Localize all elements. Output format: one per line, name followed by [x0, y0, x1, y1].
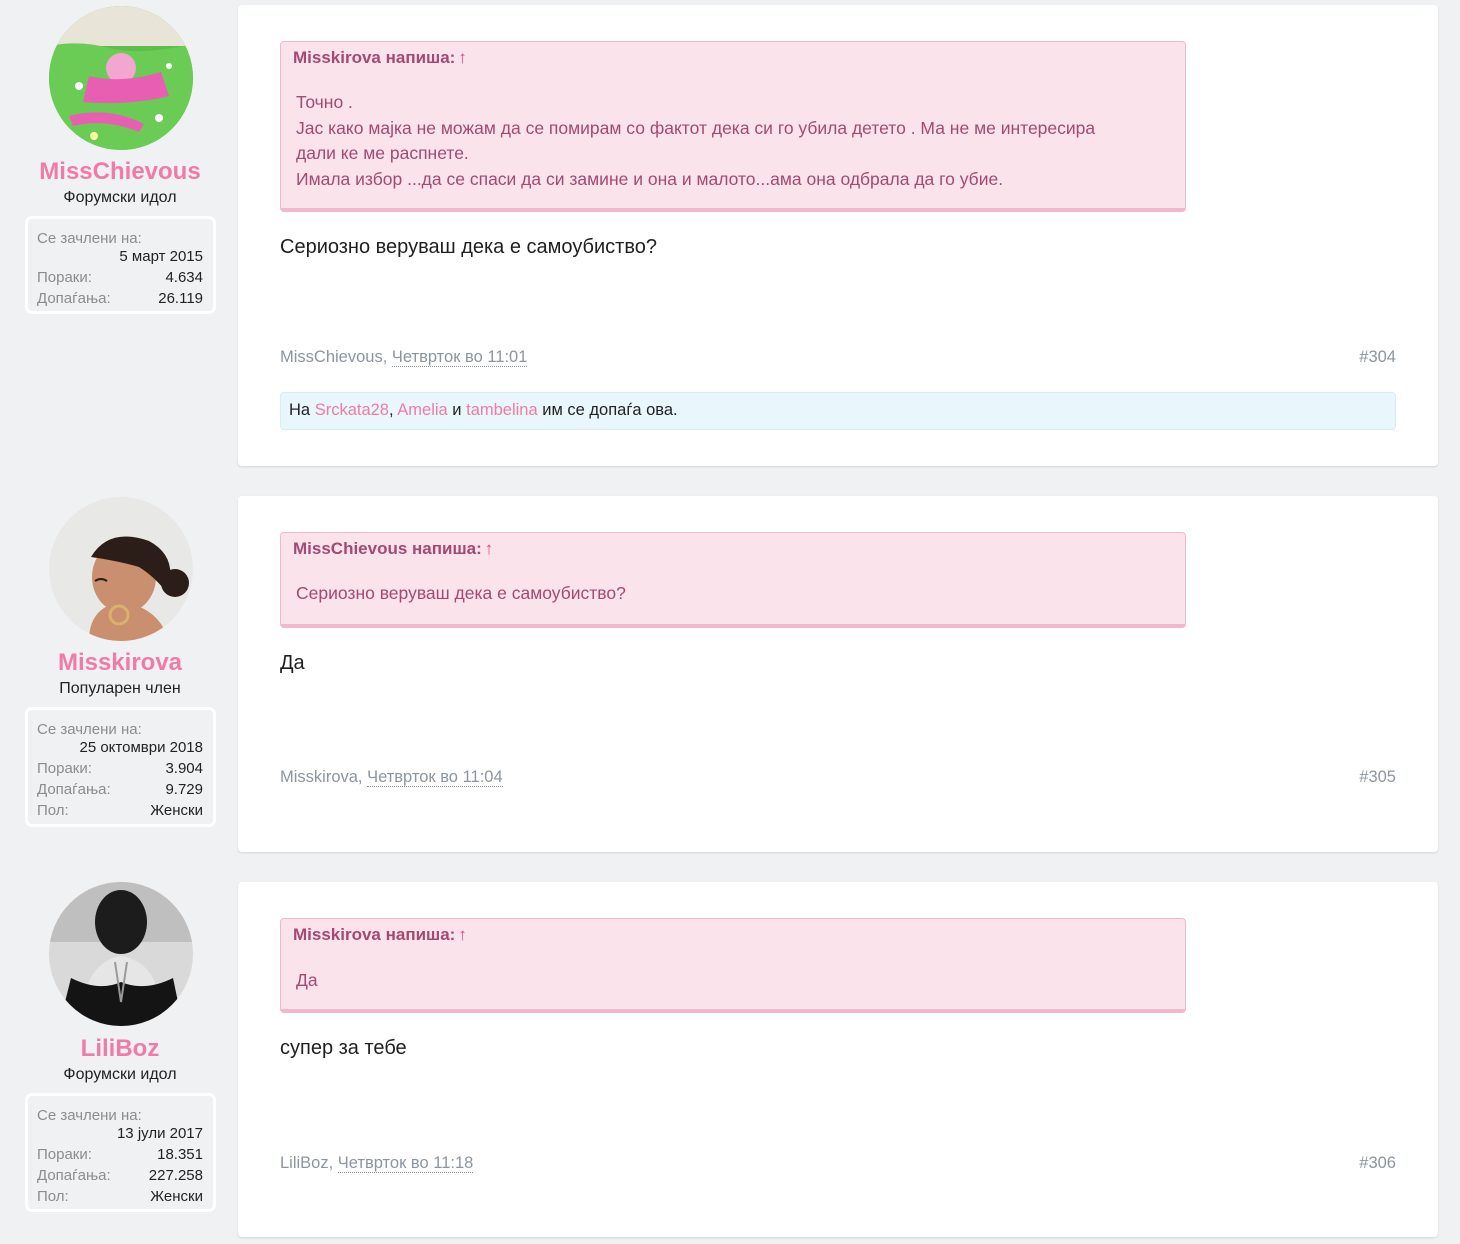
user-title: Форумски идол — [63, 189, 177, 206]
post-meta: MissChievous, Четврток во 11:01 — [280, 348, 528, 367]
likes-row: Допаѓања: 9.729 — [37, 779, 203, 800]
likes-value: 9.729 — [165, 781, 203, 798]
quote-line: Да — [296, 970, 318, 990]
liker-link[interactable]: Amelia — [397, 401, 447, 419]
post-permalink[interactable]: #306 — [1359, 1154, 1396, 1173]
liker-link[interactable]: Srckata28 — [315, 401, 389, 419]
post-card: Misskirova напиша: ↑ Точно . Јас како мај… — [238, 5, 1438, 466]
quote-jump-arrow-icon[interactable]: ↑ — [485, 539, 494, 558]
quote-jump-arrow-icon[interactable]: ↑ — [458, 925, 467, 944]
post-date[interactable]: Четврток во 11:18 — [337, 1154, 474, 1173]
gender-value: Женски — [150, 802, 203, 819]
likes-label: Допаѓања: — [37, 290, 111, 307]
quote-jump-arrow-icon[interactable]: ↑ — [458, 48, 467, 67]
gender-row: Пол: Женски — [37, 800, 203, 821]
quote-author-name: Misskirova напиша: — [293, 48, 456, 67]
likes-summary: На Srckata28, Amelia и tambelina им се д… — [280, 392, 1396, 430]
messages-row: Пораки: 18.351 — [37, 1144, 203, 1165]
message-text: Сериозно веруваш дека е самоубиство? — [280, 236, 657, 258]
post-card: MissChievous напиша: ↑ Сериозно веруваш д… — [238, 496, 1438, 852]
quote-block: MissChievous напиша: ↑ Сериозно веруваш д… — [280, 532, 1186, 628]
post-date[interactable]: Четврток во 11:04 — [367, 768, 503, 787]
avatar[interactable] — [49, 882, 193, 1026]
likes-suffix: им се допаѓа ова. — [542, 401, 678, 419]
message-text: Да — [280, 652, 305, 674]
likes-label: Допаѓања: — [37, 781, 111, 798]
post-meta: Misskirova, Четврток во 11:04 — [280, 768, 503, 787]
quote-text: Точно . Јас како мајка не можам да се по… — [296, 90, 1156, 192]
likes-row: Допаѓања: 26.119 — [37, 288, 203, 309]
message-text: супер за тебе — [280, 1037, 407, 1059]
quote-author-name: Misskirova напиша: — [293, 925, 456, 944]
liker-link[interactable]: tambelina — [466, 401, 538, 419]
user-stats: Се зачлени на: 5 март 2015 Пораки: 4.634… — [25, 216, 216, 314]
quote-line: Имала избор ...да се спаси да си замине … — [296, 168, 1004, 189]
likes-and: и — [452, 401, 462, 419]
quote-line: Сериозно веруваш дека е самоубиство? — [296, 583, 626, 603]
meta-author[interactable]: LiliBoz, — [280, 1154, 333, 1172]
user-title: Популарен член — [59, 680, 181, 697]
joined-value: 25 октомври 2018 — [79, 739, 203, 756]
gender-label: Пол: — [37, 802, 69, 819]
meta-author[interactable]: MissChievous, — [280, 348, 387, 366]
messages-value: 4.634 — [165, 269, 203, 286]
joined-value: 13 јули 2017 — [116, 1125, 203, 1142]
quote-text: Да — [296, 968, 1156, 994]
username[interactable]: LiliBoz — [0, 1035, 240, 1063]
quote-author-name: MissChievous напиша: — [293, 539, 482, 558]
user-stats: Се зачлени на: 13 јули 2017 Пораки: 18.3… — [25, 1093, 216, 1212]
messages-value: 3.904 — [165, 760, 203, 777]
likes-value: 227.258 — [148, 1167, 203, 1184]
messages-row: Пораки: 4.634 — [37, 267, 203, 288]
post-date[interactable]: Четврток во 11:01 — [391, 348, 528, 367]
quote-line: дали ке ме распнете. — [296, 143, 469, 163]
likes-value: 26.119 — [158, 290, 203, 307]
gender-row: Пол: Женски — [37, 1186, 203, 1207]
avatar[interactable] — [49, 497, 193, 641]
user-title: Форумски идол — [63, 1066, 177, 1083]
username[interactable]: MissChievous — [0, 158, 240, 186]
messages-label: Пораки: — [37, 760, 92, 777]
quote-author: Misskirova напиша: ↑ — [293, 48, 467, 68]
post-card: Misskirova напиша: ↑ Да супер за тебе Lil… — [238, 882, 1438, 1237]
joined-value: 5 март 2015 — [119, 248, 203, 265]
messages-label: Пораки: — [37, 269, 92, 286]
messages-value: 18.351 — [157, 1146, 203, 1163]
user-stats: Се зачлени на: 25 октомври 2018 Пораки: … — [25, 707, 216, 827]
messages-label: Пораки: — [37, 1146, 92, 1163]
quote-author: MissChievous напиша: ↑ — [293, 539, 493, 559]
post-permalink[interactable]: #304 — [1359, 348, 1396, 367]
post-306: LiliBoz Форумски идол Се зачлени на: 13 … — [0, 877, 1460, 1244]
likes-separator: , — [388, 401, 394, 419]
post-305: Misskirova Популарен член Се зачлени на:… — [0, 491, 1460, 871]
post-meta: LiliBoz, Четврток во 11:18 — [280, 1154, 474, 1173]
quote-block: Misskirova напиша: ↑ Да — [280, 918, 1186, 1013]
avatar[interactable] — [49, 6, 193, 150]
post-permalink[interactable]: #305 — [1359, 768, 1396, 787]
likes-prefix: На — [289, 401, 311, 419]
likes-row: Допаѓања: 227.258 — [37, 1165, 203, 1186]
likes-label: Допаѓања: — [37, 1167, 111, 1184]
gender-label: Пол: — [37, 1188, 69, 1205]
quote-text: Сериозно веруваш дека е самоубиство? — [296, 581, 1156, 607]
gender-value: Женски — [150, 1188, 203, 1205]
meta-author[interactable]: Misskirova, — [280, 768, 363, 786]
messages-row: Пораки: 3.904 — [37, 758, 203, 779]
quote-line: Точно . — [296, 92, 353, 112]
quote-author: Misskirova напиша: ↑ — [293, 925, 467, 945]
post-304: MissChievous Форумски идол Се зачлени на… — [0, 0, 1460, 480]
quote-block: Misskirova напиша: ↑ Точно . Јас како мај… — [280, 41, 1186, 212]
quote-line: Јас како мајка не можам да се помирам со… — [296, 117, 1096, 138]
username[interactable]: Misskirova — [0, 649, 240, 677]
